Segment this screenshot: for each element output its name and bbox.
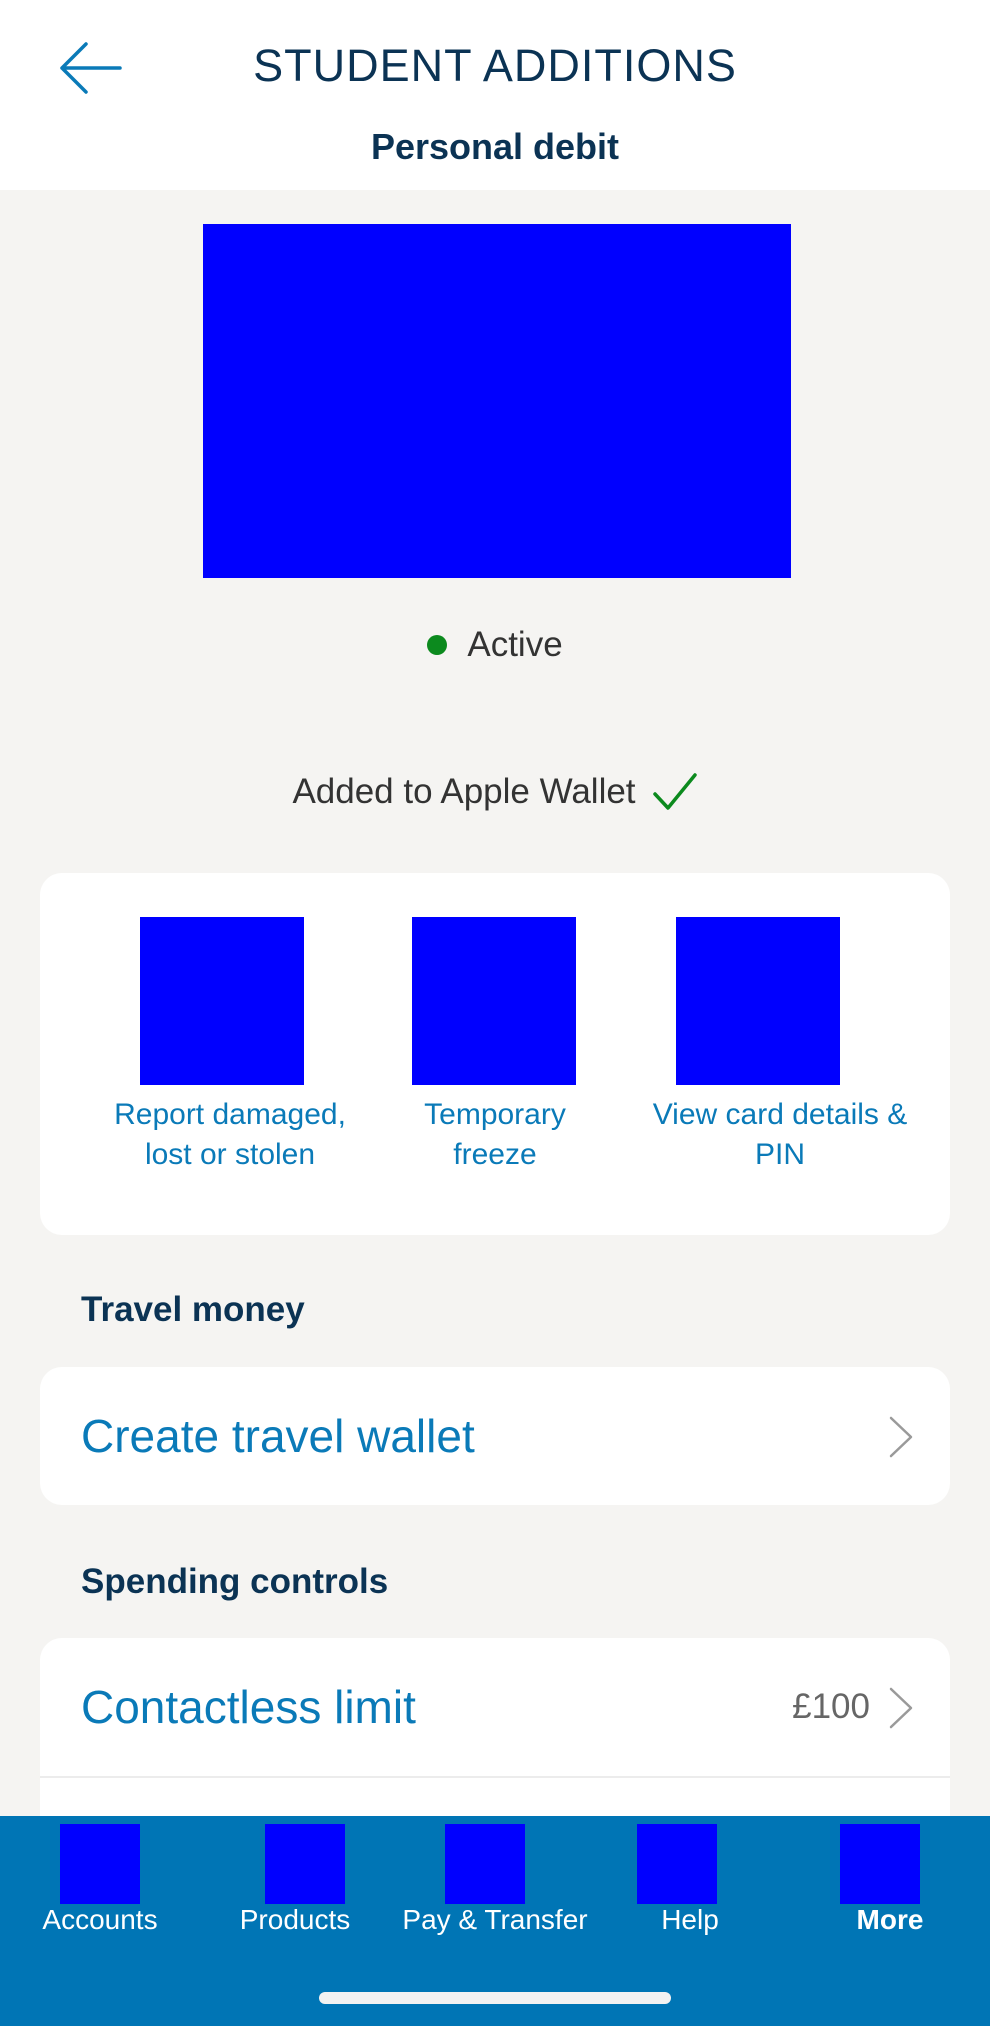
travel-money-card: Create travel wallet (40, 1367, 950, 1505)
spending-controls-heading: Spending controls (81, 1562, 389, 1601)
create-travel-wallet-row[interactable]: Create travel wallet (40, 1367, 950, 1505)
temporary-freeze-button[interactable]: Temporary freeze (370, 873, 620, 1235)
tab-more-label: More (856, 1904, 924, 1935)
tab-accounts[interactable]: Accounts (20, 1816, 180, 1966)
debit-card-image[interactable] (203, 224, 791, 578)
temporary-freeze-label: Temporary freeze (424, 1098, 566, 1171)
report-damaged-button[interactable]: Report damaged, Report damaged, lost or … (80, 873, 380, 1235)
view-card-details-button[interactable]: View card details & PIN (620, 873, 940, 1235)
contactless-limit-label: Contactless limit (81, 1681, 416, 1733)
card-actions-panel: Report damaged, Report damaged, lost or … (40, 873, 950, 1235)
header: STUDENT ADDITIONS Personal debit (0, 0, 990, 190)
products-icon (265, 1824, 345, 1904)
tab-help-label: Help (661, 1904, 719, 1935)
travel-money-heading: Travel money (81, 1290, 305, 1329)
accounts-icon (60, 1824, 140, 1904)
apple-wallet-status: Added to Apple Wallet (0, 766, 990, 818)
chevron-right-icon (889, 1687, 913, 1729)
card-details-icon (676, 917, 840, 1085)
create-travel-wallet-label: Create travel wallet (81, 1410, 475, 1462)
card-status: Active (0, 622, 990, 668)
row-divider (40, 1776, 950, 1778)
freeze-icon (412, 917, 576, 1085)
tab-pay-transfer-label: Pay & Transfer (402, 1904, 588, 1935)
view-card-details-label: View card details & PIN (652, 1098, 908, 1171)
checkmark-icon (652, 773, 697, 810)
tab-help[interactable]: Help (620, 1816, 760, 1966)
page-title: STUDENT ADDITIONS (253, 40, 737, 91)
chevron-right-icon (889, 1416, 913, 1458)
pay-transfer-icon (445, 1824, 525, 1904)
home-indicator (319, 1992, 671, 2004)
page-subtitle: Personal debit (370, 126, 620, 167)
tab-products[interactable]: Products (215, 1816, 375, 1966)
tab-more[interactable]: More (820, 1816, 960, 1966)
status-label: Active (467, 625, 563, 664)
contactless-limit-value: £100 (792, 1687, 870, 1726)
contactless-limit-row[interactable]: Contactless limit £100 (40, 1638, 950, 1776)
more-icon (840, 1824, 920, 1904)
wallet-label: Added to Apple Wallet (292, 772, 636, 811)
tab-accounts-label: Accounts (42, 1904, 158, 1935)
report-damaged-label: Report damaged, Report damaged, lost or … (114, 1098, 346, 1171)
help-icon (637, 1824, 717, 1904)
report-icon (140, 917, 304, 1085)
tab-pay-transfer[interactable]: Pay & Transfer (390, 1816, 600, 1966)
status-dot-icon (427, 635, 448, 655)
spending-controls-card: Contactless limit £100 (40, 1638, 950, 1838)
tab-products-label: Products (239, 1904, 351, 1935)
